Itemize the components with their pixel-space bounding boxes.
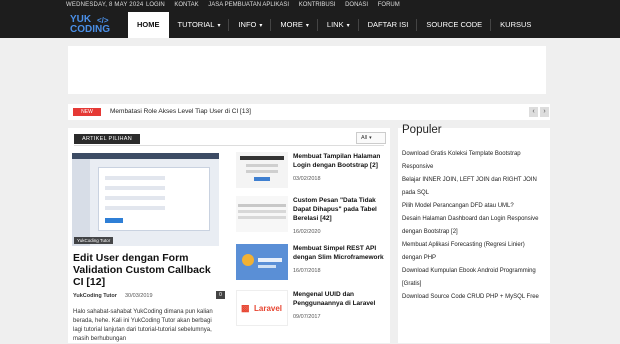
jasa-link[interactable]: JASA PEMBUATAN APLIKASI <box>208 2 289 8</box>
post-title[interactable]: Custom Pesan "Data Tidak Dapat Dihapus" … <box>293 196 387 223</box>
section-tag: ARTIKEL PILIHAN <box>74 134 141 144</box>
screenshot-field <box>105 176 165 180</box>
chevron-down-icon: ▾ <box>369 135 372 141</box>
chevron-down-icon: ▾ <box>305 23 309 29</box>
login-link[interactable]: LOGIN <box>146 2 165 8</box>
screenshot-field <box>105 196 165 200</box>
menu-item-link[interactable]: LINK ▾ <box>318 12 359 38</box>
chevron-left-icon[interactable]: ‹ <box>529 107 538 117</box>
popular-item[interactable]: Desain Halaman Dashboard dan Login Respo… <box>402 213 546 239</box>
screenshot-sidebar <box>72 159 90 246</box>
top-strip: WEDNESDAY, 8 MAY 2024 LOGIN KONTAK JASA … <box>0 0 620 12</box>
logo-line2: CODING <box>70 24 110 35</box>
list-item[interactable]: ▩ Laravel Mengenal UUID dan Penggunaanny… <box>236 290 386 330</box>
list-item[interactable]: Membuat Simpel REST API dengan Slim Micr… <box>236 244 386 284</box>
menu-item-source-code[interactable]: SOURCE CODE <box>417 12 492 38</box>
thumbnail-caption: YukCoding Tutor <box>74 237 114 244</box>
popular-item[interactable]: Download Kumpulan Ebook Android Programm… <box>402 265 546 291</box>
new-badge: NEW <box>73 108 101 116</box>
menu-label: HOME <box>137 20 160 29</box>
screenshot-button <box>105 218 123 223</box>
news-ticker: NEW Membatasi Role Akses Level Tiap User… <box>68 104 550 120</box>
post-date: 16/07/2018 <box>293 268 321 274</box>
post-title[interactable]: Membuat Tampilan Halaman Login dengan Bo… <box>293 152 387 170</box>
post-title[interactable]: Mengenal UUID dan Penggunaannya di Larav… <box>293 290 387 308</box>
ticker-link[interactable]: Membatasi Role Akses Level Tiap User di … <box>110 108 251 115</box>
menu-label: DAFTAR ISI <box>367 20 409 29</box>
menu-label: MORE <box>280 20 303 29</box>
featured-author[interactable]: YukCoding Tutor <box>73 293 117 299</box>
popular-list: Download Gratis Koleksi Template Bootstr… <box>402 148 546 304</box>
popular-item[interactable]: Pilih Model Perancangan DFD atau UML? <box>402 200 546 213</box>
donasi-link[interactable]: DONASI <box>345 2 368 8</box>
comment-count-badge[interactable]: 0 <box>216 291 225 299</box>
popular-item[interactable]: Download Gratis Koleksi Template Bootstr… <box>402 148 546 174</box>
post-date: 09/07/2017 <box>293 314 321 320</box>
popular-item[interactable]: Membuat Aplikasi Forecasting (Regresi Li… <box>402 239 546 265</box>
menu-label: KURSUS <box>500 20 532 29</box>
featured-title[interactable]: Edit User dengan Form Validation Custom … <box>73 252 218 288</box>
laravel-wordmark: Laravel <box>254 304 283 313</box>
featured-meta: YukCoding Tutor 30/03/2019 0 <box>73 291 225 299</box>
screenshot-form-panel <box>98 167 210 231</box>
forum-link[interactable]: FORUM <box>378 2 400 8</box>
menu-label: SOURCE CODE <box>426 20 483 29</box>
post-date: 03/02/2018 <box>293 176 321 182</box>
chevron-down-icon: ▾ <box>259 23 263 29</box>
menu-label: TUTORIAL <box>177 20 215 29</box>
screenshot-field <box>105 206 165 210</box>
chevron-down-icon: ▾ <box>346 23 350 29</box>
menu-item-kursus[interactable]: KURSUS <box>491 12 540 38</box>
menu-item-tutorial[interactable]: TUTORIAL ▾ <box>169 12 230 38</box>
popular-item[interactable]: Belajar INNER JOIN, LEFT JOIN dan RIGHT … <box>402 174 546 200</box>
chevron-right-icon[interactable]: › <box>540 107 549 117</box>
list-item[interactable]: Membuat Tampilan Halaman Login dengan Bo… <box>236 152 386 192</box>
menu-label: INFO <box>238 20 257 29</box>
filter-value: All <box>361 135 368 141</box>
kontak-link[interactable]: KONTAK <box>174 2 198 8</box>
post-thumbnail[interactable] <box>236 152 288 188</box>
menu-item-home[interactable]: HOME <box>128 12 169 38</box>
section-divider <box>74 145 384 146</box>
menu-item-info[interactable]: INFO ▾ <box>229 12 272 38</box>
menu-item-daftar-isi[interactable]: DAFTAR ISI <box>359 12 418 38</box>
current-date: WEDNESDAY, 8 MAY 2024 <box>66 2 144 8</box>
post-date: 16/02/2020 <box>293 229 321 235</box>
category-filter-select[interactable]: All ▾ <box>356 132 386 144</box>
post-thumbnail[interactable] <box>236 196 288 232</box>
chevron-down-icon: ▾ <box>217 23 221 29</box>
main-menu: HOME TUTORIAL ▾ INFO ▾ MORE ▾ LINK ▾ DAFTAR … <box>128 12 540 38</box>
featured-date: 30/03/2019 <box>125 293 153 299</box>
ad-banner <box>68 46 546 94</box>
site-logo[interactable]: YUK </> CODING <box>70 15 114 37</box>
menu-label: LINK <box>326 20 344 29</box>
post-title[interactable]: Membuat Simpel REST API dengan Slim Micr… <box>293 244 387 262</box>
sidebar-heading: Populer <box>402 124 442 136</box>
popular-sidebar: Populer Download Gratis Koleksi Template… <box>398 124 550 343</box>
list-item[interactable]: Custom Pesan "Data Tidak Dapat Dihapus" … <box>236 196 386 236</box>
screenshot-topbar <box>72 153 219 159</box>
popular-item[interactable]: Download Source Code CRUD PHP + MySQL Fr… <box>402 291 546 304</box>
laravel-logo-icon: ▩ <box>241 303 250 313</box>
featured-excerpt: Halo sahabat-sahabat YukCoding dimana pu… <box>73 309 213 342</box>
laravel-thumbnail[interactable]: ▩ Laravel <box>236 290 288 326</box>
top-links: LOGIN KONTAK JASA PEMBUATAN APLIKASI KON… <box>146 2 408 8</box>
post-thumbnail[interactable] <box>236 244 288 280</box>
screenshot-field <box>105 186 165 190</box>
featured-articles-section: ARTIKEL PILIHAN All ▾ YukCoding Tutor Edi… <box>68 128 390 343</box>
featured-thumbnail[interactable]: YukCoding Tutor <box>72 153 219 246</box>
kontribusi-link[interactable]: KONTRIBUSI <box>299 2 336 8</box>
menu-item-more[interactable]: MORE ▾ <box>271 12 318 38</box>
